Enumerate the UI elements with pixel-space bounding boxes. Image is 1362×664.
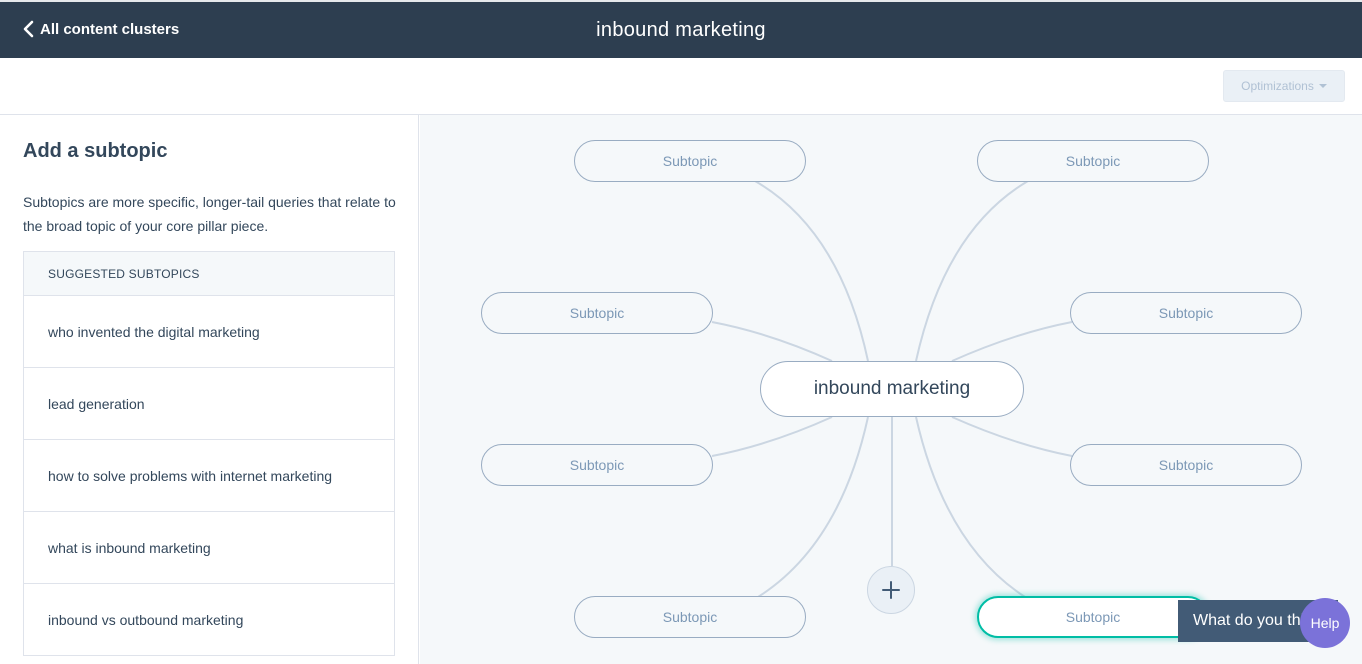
cluster-map-canvas: Subtopic Subtopic Subtopic Subtopic Subt… (420, 115, 1362, 664)
help-button[interactable]: Help (1300, 598, 1350, 648)
plus-icon (882, 581, 900, 599)
connector-line (754, 180, 869, 362)
connector-line (915, 416, 1026, 598)
suggested-subtopic-item[interactable]: who invented the digital marketing (24, 296, 394, 368)
connector-line (951, 321, 1073, 362)
subtopic-node[interactable]: Subtopic (574, 596, 806, 638)
toolbar: Optimizations (0, 58, 1362, 115)
top-navigation-bar: All content clusters inbound marketing (0, 0, 1362, 58)
connector-line (951, 416, 1073, 457)
connector-line (711, 321, 833, 362)
optimizations-dropdown-button[interactable]: Optimizations (1223, 70, 1345, 102)
suggested-subtopics-header: SUGGESTED SUBTOPICS (24, 252, 394, 296)
connector-line (915, 180, 1029, 362)
suggested-subtopic-item[interactable]: what is inbound marketing (24, 512, 394, 584)
connector-line (711, 416, 833, 457)
add-subtopic-button[interactable] (867, 566, 915, 614)
subtopic-node[interactable]: Subtopic (1070, 444, 1302, 486)
core-topic-node[interactable]: inbound marketing (760, 361, 1024, 417)
connector-line (757, 416, 869, 598)
caret-down-icon (1318, 84, 1327, 88)
subtopic-node-active[interactable]: Subtopic (977, 596, 1209, 638)
add-subtopic-panel: Add a subtopic Subtopics are more specif… (0, 115, 419, 664)
panel-description: Subtopics are more specific, longer-tail… (23, 194, 396, 234)
suggested-subtopics-list: SUGGESTED SUBTOPICS who invented the dig… (23, 251, 395, 656)
suggested-subtopic-item[interactable]: lead generation (24, 368, 394, 440)
subtopic-node[interactable]: Subtopic (574, 140, 806, 182)
subtopic-node[interactable]: Subtopic (977, 140, 1209, 182)
subtopic-node[interactable]: Subtopic (481, 444, 713, 486)
suggested-subtopic-item[interactable]: how to solve problems with internet mark… (24, 440, 394, 512)
page-title: inbound marketing (596, 19, 766, 41)
subtopic-node[interactable]: Subtopic (481, 292, 713, 334)
subtopic-node[interactable]: Subtopic (1070, 292, 1302, 334)
suggested-subtopic-item[interactable]: inbound vs outbound marketing (24, 584, 394, 656)
optimizations-label: Optimizations (1241, 79, 1314, 93)
panel-title: Add a subtopic (23, 140, 168, 162)
help-label: Help (1310, 615, 1340, 631)
